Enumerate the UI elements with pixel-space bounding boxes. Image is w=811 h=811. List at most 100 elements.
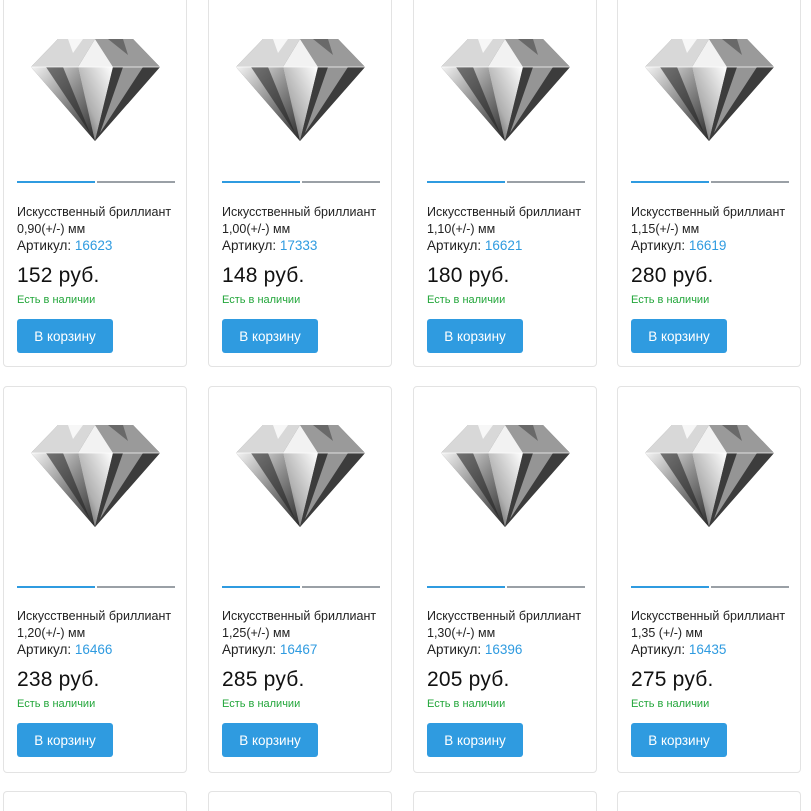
stock-status: Есть в наличии: [427, 294, 506, 306]
product-sku: Артикул: 16467: [222, 642, 317, 657]
image-slider-indicator[interactable]: [222, 181, 380, 183]
add-to-cart-button[interactable]: В корзину: [222, 723, 318, 757]
image-slider-indicator[interactable]: [427, 181, 585, 183]
slide-dot-active[interactable]: [631, 181, 709, 183]
product-title[interactable]: Искусственный бриллиант 1,20(+/-) мм: [17, 608, 182, 642]
product-title[interactable]: Искусственный бриллиант 1,10(+/-) мм: [427, 204, 592, 238]
product-title[interactable]: Искусственный бриллиант 1,15(+/-) мм: [631, 204, 796, 238]
add-to-cart-button[interactable]: В корзину: [17, 319, 113, 353]
slide-dot[interactable]: [302, 586, 380, 588]
diamond-icon: [235, 424, 366, 528]
product-card-partial[interactable]: [413, 791, 597, 811]
image-slider-indicator[interactable]: [427, 586, 585, 588]
slide-dot[interactable]: [507, 586, 585, 588]
product-card[interactable]: Искусственный бриллиант 1,30(+/-) мм Арт…: [413, 386, 597, 773]
sku-number: 16435: [688, 642, 727, 657]
product-card[interactable]: Искусственный бриллиант 1,10(+/-) мм Арт…: [413, 0, 597, 367]
diamond-icon: [235, 38, 366, 142]
product-title[interactable]: Искусственный бриллиант 1,00(+/-) мм: [222, 204, 387, 238]
image-slider-indicator[interactable]: [17, 586, 175, 588]
image-slider-indicator[interactable]: [631, 181, 789, 183]
product-price: 148 руб.: [222, 264, 305, 287]
slide-dot-active[interactable]: [222, 586, 300, 588]
product-card-partial[interactable]: [3, 791, 187, 811]
product-price: 205 руб.: [427, 668, 510, 691]
image-slider-indicator[interactable]: [17, 181, 175, 183]
product-price: 275 руб.: [631, 668, 714, 691]
product-price: 238 руб.: [17, 668, 100, 691]
product-card[interactable]: Искусственный бриллиант 1,00(+/-) мм Арт…: [208, 0, 392, 367]
sku-number: 16466: [74, 642, 113, 657]
diamond-icon: [440, 38, 571, 142]
stock-status: Есть в наличии: [17, 294, 96, 306]
product-card[interactable]: Искусственный бриллиант 0,90(+/-) мм Арт…: [3, 0, 187, 367]
add-to-cart-button[interactable]: В корзину: [631, 319, 727, 353]
slide-dot-active[interactable]: [427, 181, 505, 183]
add-to-cart-button[interactable]: В корзину: [427, 319, 523, 353]
image-slider-indicator[interactable]: [222, 586, 380, 588]
product-image[interactable]: [4, 1, 186, 171]
sku-number: 16396: [484, 642, 523, 657]
slide-dot-active[interactable]: [17, 586, 95, 588]
product-image[interactable]: [209, 1, 391, 171]
product-price: 180 руб.: [427, 264, 510, 287]
slide-dot-active[interactable]: [222, 181, 300, 183]
sku-label: Артикул:: [631, 238, 686, 253]
add-to-cart-button[interactable]: В корзину: [17, 723, 113, 757]
product-card[interactable]: Искусственный бриллиант 1,25(+/-) мм Арт…: [208, 386, 392, 773]
product-image[interactable]: [4, 387, 186, 557]
product-sku: Артикул: 16435: [631, 642, 726, 657]
slide-dot[interactable]: [97, 586, 175, 588]
add-to-cart-button[interactable]: В корзину: [222, 319, 318, 353]
slide-dot-active[interactable]: [631, 586, 709, 588]
product-card[interactable]: Искусственный бриллиант 1,20(+/-) мм Арт…: [3, 386, 187, 773]
sku-label: Артикул:: [631, 642, 686, 657]
product-card-partial[interactable]: [208, 791, 392, 811]
product-sku: Артикул: 16466: [17, 642, 112, 657]
sku-number: 16467: [279, 642, 318, 657]
sku-label: Артикул:: [222, 238, 277, 253]
slide-dot[interactable]: [97, 181, 175, 183]
sku-label: Артикул:: [222, 642, 277, 657]
sku-label: Артикул:: [427, 238, 482, 253]
diamond-icon: [440, 424, 571, 528]
product-sku: Артикул: 16621: [427, 238, 522, 253]
product-card[interactable]: Искусственный бриллиант 1,35 (+/-) мм Ар…: [617, 386, 801, 773]
stock-status: Есть в наличии: [427, 698, 506, 710]
product-sku: Артикул: 16619: [631, 238, 726, 253]
product-price: 285 руб.: [222, 668, 305, 691]
product-title[interactable]: Искусственный бриллиант 1,30(+/-) мм: [427, 608, 592, 642]
slide-dot[interactable]: [711, 586, 789, 588]
sku-number: 17333: [279, 238, 318, 253]
stock-status: Есть в наличии: [631, 294, 710, 306]
product-title[interactable]: Искусственный бриллиант 0,90(+/-) мм: [17, 204, 182, 238]
slide-dot[interactable]: [711, 181, 789, 183]
diamond-icon: [30, 424, 161, 528]
image-slider-indicator[interactable]: [631, 586, 789, 588]
product-card[interactable]: Искусственный бриллиант 1,15(+/-) мм Арт…: [617, 0, 801, 367]
sku-number: 16623: [74, 238, 113, 253]
product-title[interactable]: Искусственный бриллиант 1,35 (+/-) мм: [631, 608, 796, 642]
product-image[interactable]: [414, 1, 596, 171]
sku-label: Артикул:: [17, 642, 72, 657]
slide-dot[interactable]: [302, 181, 380, 183]
slide-dot-active[interactable]: [427, 586, 505, 588]
product-card-partial[interactable]: [617, 791, 801, 811]
diamond-icon: [644, 424, 775, 528]
stock-status: Есть в наличии: [17, 698, 96, 710]
product-image[interactable]: [618, 387, 800, 557]
slide-dot[interactable]: [507, 181, 585, 183]
product-image[interactable]: [414, 387, 596, 557]
stock-status: Есть в наличии: [631, 698, 710, 710]
stock-status: Есть в наличии: [222, 698, 301, 710]
product-image[interactable]: [618, 1, 800, 171]
stock-status: Есть в наличии: [222, 294, 301, 306]
product-sku: Артикул: 17333: [222, 238, 317, 253]
add-to-cart-button[interactable]: В корзину: [631, 723, 727, 757]
sku-label: Артикул:: [427, 642, 482, 657]
product-image[interactable]: [209, 387, 391, 557]
slide-dot-active[interactable]: [17, 181, 95, 183]
product-title[interactable]: Искусственный бриллиант 1,25(+/-) мм: [222, 608, 387, 642]
product-sku: Артикул: 16623: [17, 238, 112, 253]
add-to-cart-button[interactable]: В корзину: [427, 723, 523, 757]
